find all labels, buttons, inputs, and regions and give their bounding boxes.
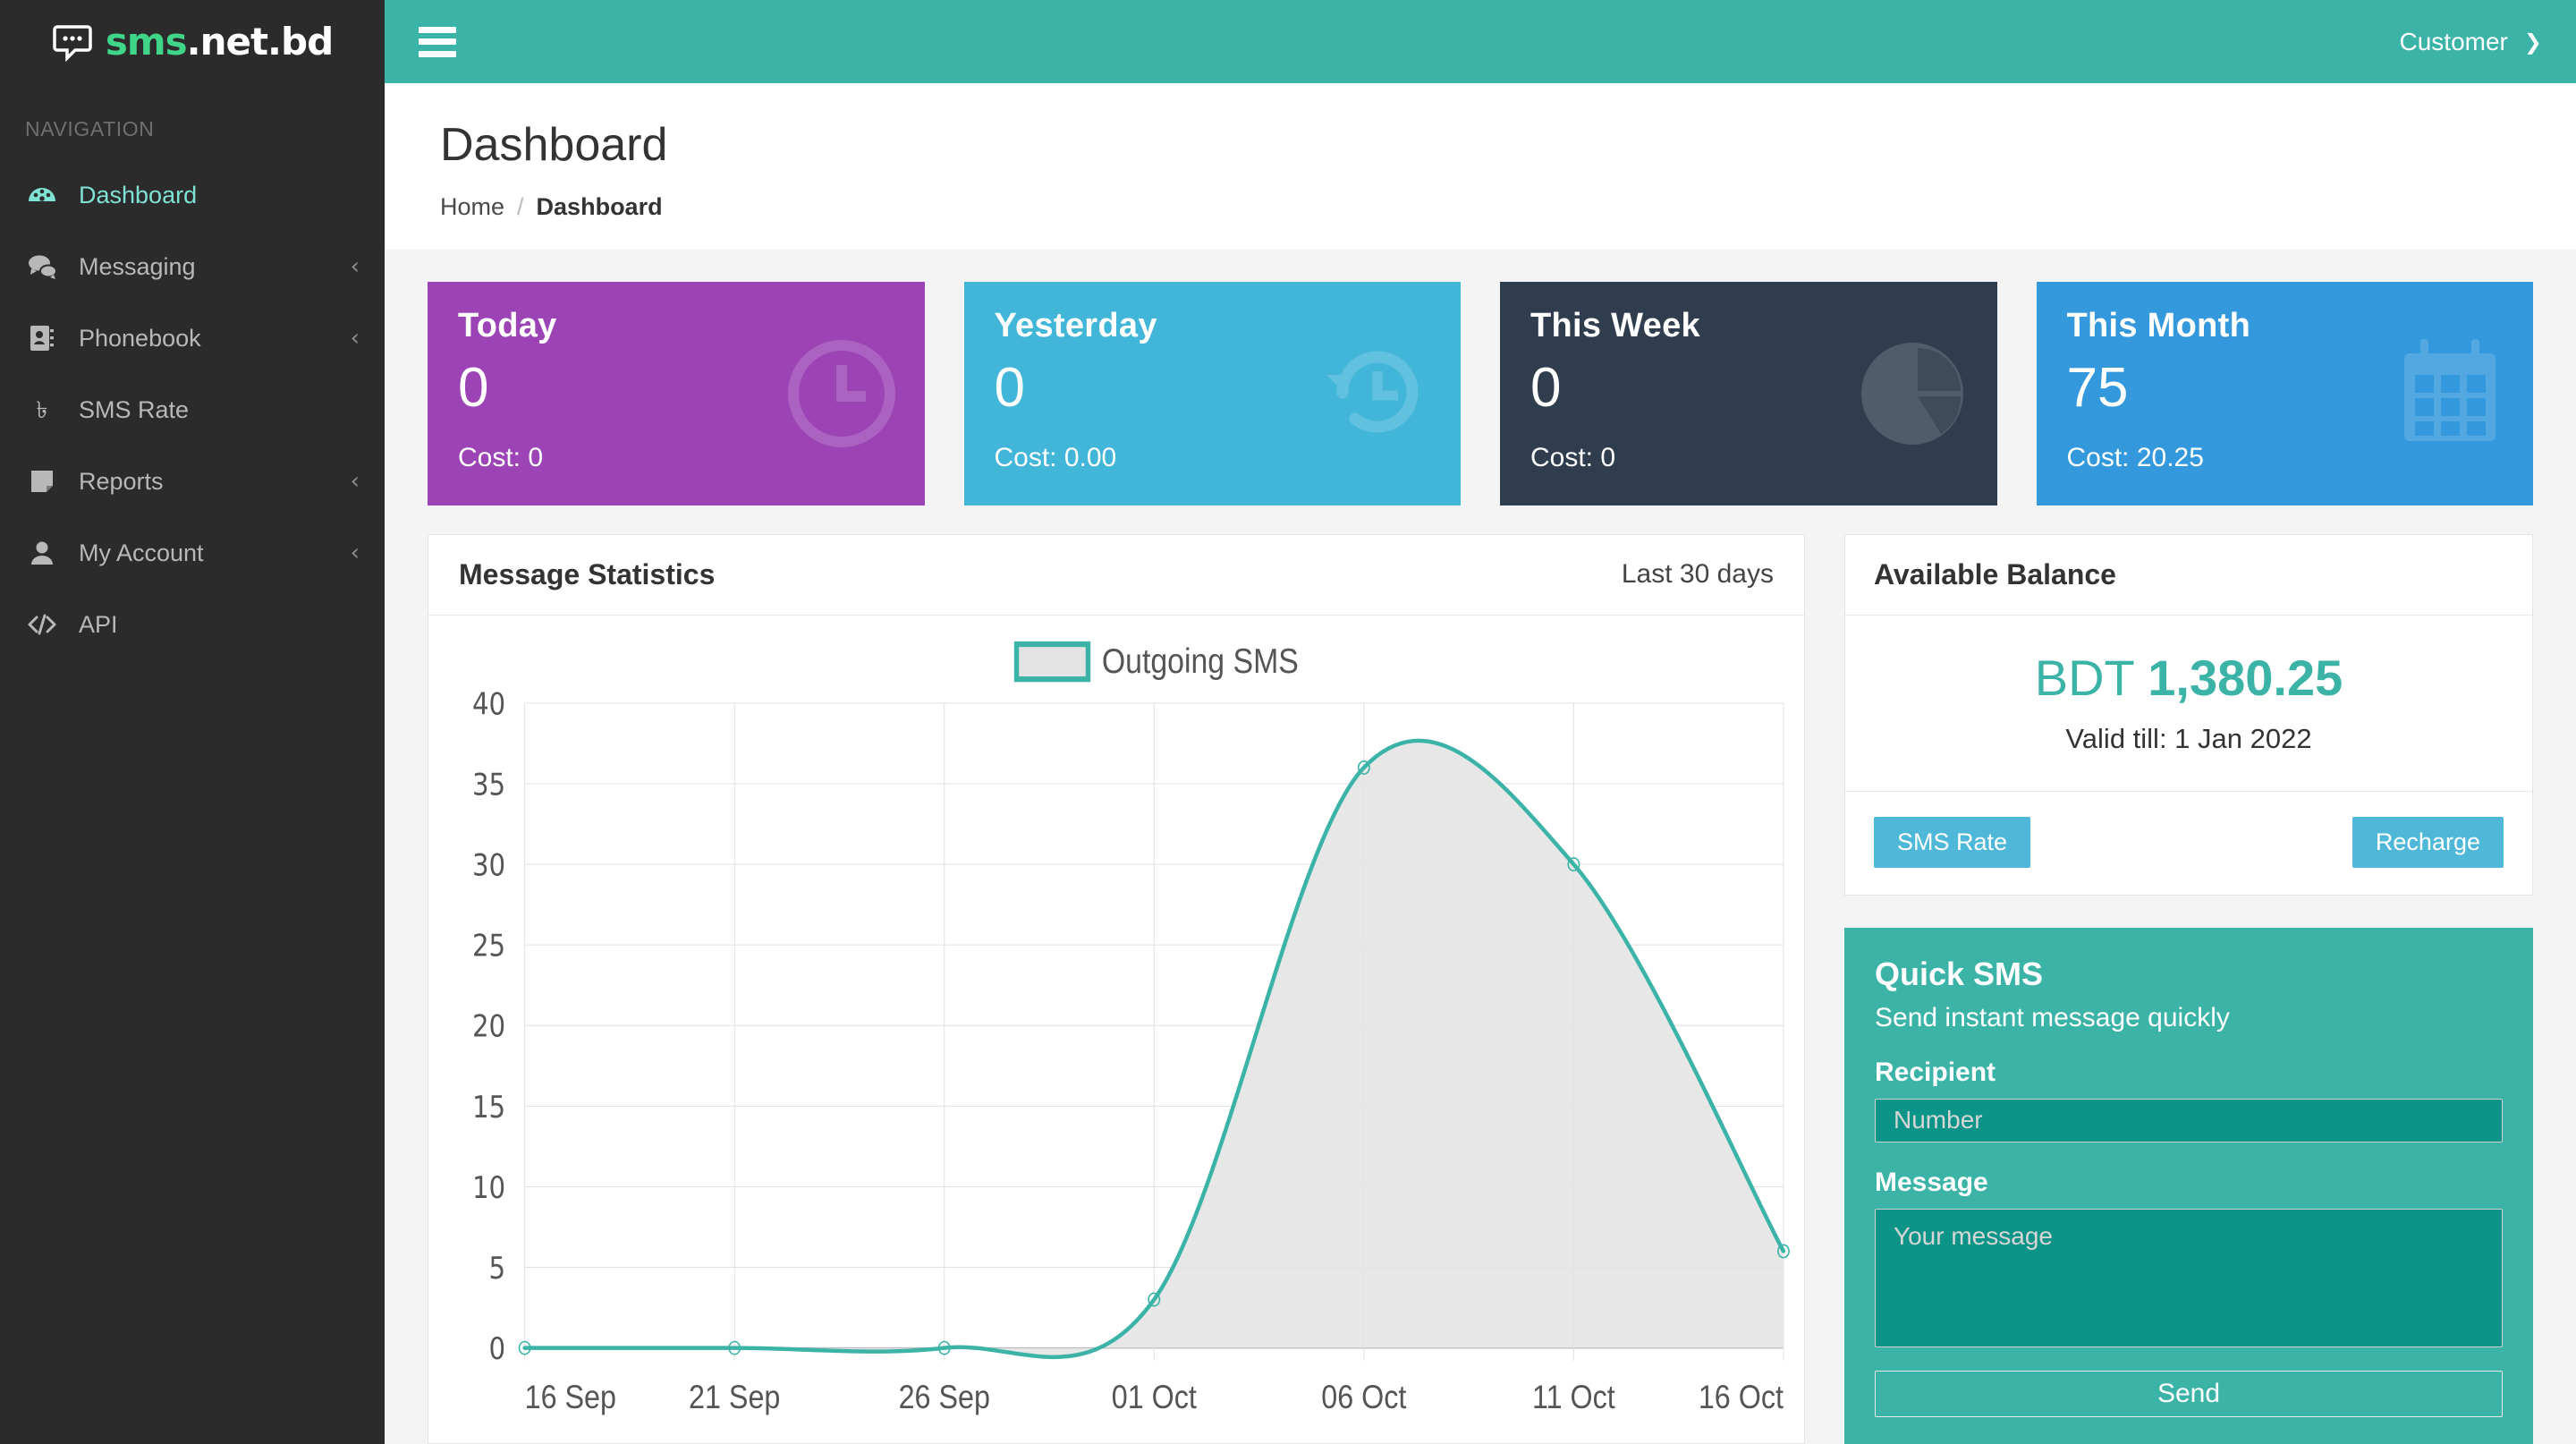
available-balance-body: BDT 1,380.25 Valid till: 1 Jan 2022 <box>1845 616 2532 792</box>
stat-card-yesterday[interactable]: Yesterday 0 Cost: 0.00 <box>964 282 1462 505</box>
code-icon <box>27 609 66 640</box>
quick-sms-title: Quick SMS <box>1875 958 2503 990</box>
page-header: Dashboard Home / Dashboard <box>385 83 2576 250</box>
stat-card-value: 0 <box>1530 361 1967 416</box>
stat-card-value: 0 <box>458 361 894 416</box>
file-icon <box>27 466 66 497</box>
chart-title: Message Statistics <box>459 558 715 591</box>
stat-card-title: This Month <box>2067 309 2504 343</box>
stat-card-cost: Cost: 0.00 <box>995 443 1431 473</box>
right-column: Available Balance BDT 1,380.25 Valid til… <box>1844 534 2533 1444</box>
breadcrumb: Home / Dashboard <box>440 193 2522 221</box>
lower-row: Message Statistics Last 30 days 05101520… <box>428 534 2533 1444</box>
stat-cards-row: Today 0 Cost: 0 Yesterday 0 Cost: 0.00 <box>428 282 2533 505</box>
user-menu-label: Customer <box>2400 28 2508 56</box>
taka-icon: ৳ <box>27 395 66 425</box>
hamburger-bar <box>419 38 456 45</box>
available-balance-card: Available Balance BDT 1,380.25 Valid til… <box>1844 534 2533 896</box>
sidebar-item-sms-rate[interactable]: ৳ SMS Rate <box>0 374 385 446</box>
chat-bubble-icon <box>52 21 93 63</box>
comments-icon <box>27 251 66 282</box>
chevron-left-icon: ‹ <box>351 327 360 350</box>
main-region: Customer ❯ Dashboard Home / Dashboard To… <box>385 0 2576 1444</box>
quick-sms-subtitle: Send instant message quickly <box>1875 1003 2503 1032</box>
brand-white-text: .net.bd <box>187 20 334 64</box>
balance-validity: Valid till: 1 Jan 2022 <box>1874 723 2504 755</box>
stat-card-title: Today <box>458 309 894 343</box>
sidebar-item-phonebook[interactable]: Phonebook ‹ <box>0 302 385 374</box>
recipient-input[interactable] <box>1875 1099 2503 1142</box>
dashboard-icon <box>27 180 66 210</box>
stat-card-cost: Cost: 20.25 <box>2067 443 2504 473</box>
sidebar-item-label: API <box>79 613 360 637</box>
user-menu-button[interactable]: Customer ❯ <box>2400 28 2542 56</box>
user-icon <box>27 538 66 568</box>
balance-actions: SMS Rate Recharge <box>1845 792 2532 895</box>
chart-header: Message Statistics Last 30 days <box>428 535 1804 616</box>
chart-canvas[interactable]: 0510152025303540 16 Sep21 Sep26 Sep01 Oc… <box>428 616 1804 1443</box>
chevron-left-icon: ‹ <box>351 255 360 278</box>
stat-card-this-week[interactable]: This Week 0 Cost: 0 <box>1500 282 1997 505</box>
nav-section-heading: NAVIGATION <box>0 83 385 159</box>
available-balance-heading: Available Balance <box>1845 535 2532 616</box>
breadcrumb-separator: / <box>517 193 524 221</box>
stat-card-today[interactable]: Today 0 Cost: 0 <box>428 282 925 505</box>
stat-card-value: 75 <box>2067 361 2504 416</box>
hamburger-bar <box>419 51 456 57</box>
brand-green-text: sms <box>106 20 187 64</box>
sidebar-item-reports[interactable]: Reports ‹ <box>0 446 385 517</box>
breadcrumb-current: Dashboard <box>537 193 663 221</box>
quick-sms-panel: Quick SMS Send instant message quickly R… <box>1844 928 2533 1444</box>
message-input[interactable] <box>1875 1209 2503 1347</box>
top-bar: Customer ❯ <box>385 0 2576 83</box>
sidebar-item-label: Messaging <box>79 255 351 279</box>
balance-value: 1,380.25 <box>2148 650 2343 706</box>
sidebar: sms.net.bd NAVIGATION Dashboard Messagin… <box>0 0 385 1444</box>
sidebar-item-label: My Account <box>79 541 351 565</box>
sidebar-item-api[interactable]: API <box>0 589 385 660</box>
sms-rate-button[interactable]: SMS Rate <box>1874 817 2030 868</box>
address-book-icon <box>27 323 66 353</box>
recharge-button[interactable]: Recharge <box>2352 817 2504 868</box>
message-statistics-panel: Message Statistics Last 30 days 05101520… <box>428 534 1805 1444</box>
message-label: Message <box>1875 1168 2503 1198</box>
chart-range-label: Last 30 days <box>1622 559 1774 590</box>
area-chart <box>428 616 1804 1443</box>
sidebar-item-my-account[interactable]: My Account ‹ <box>0 517 385 589</box>
brand-logo[interactable]: sms.net.bd <box>0 0 385 83</box>
stat-card-title: This Week <box>1530 309 1967 343</box>
balance-currency: BDT <box>2035 650 2134 706</box>
svg-text:৳: ৳ <box>37 397 48 424</box>
balance-amount: BDT 1,380.25 <box>1874 653 2504 703</box>
stat-card-cost: Cost: 0 <box>1530 443 1967 473</box>
chevron-left-icon: ‹ <box>351 541 360 565</box>
sidebar-item-messaging[interactable]: Messaging ‹ <box>0 231 385 302</box>
hamburger-icon[interactable] <box>419 27 456 57</box>
page-title: Dashboard <box>440 121 2522 170</box>
sidebar-item-label: Dashboard <box>79 183 360 208</box>
sidebar-item-dashboard[interactable]: Dashboard <box>0 159 385 231</box>
brand-wordmark: sms.net.bd <box>106 23 333 61</box>
stat-card-this-month[interactable]: This Month 75 Cost: 20.25 <box>2037 282 2534 505</box>
chevron-down-icon: ❯ <box>2524 31 2542 53</box>
stat-card-value: 0 <box>995 361 1431 416</box>
sidebar-item-label: SMS Rate <box>79 398 360 422</box>
sidebar-item-label: Phonebook <box>79 327 351 351</box>
breadcrumb-home-link[interactable]: Home <box>440 193 504 221</box>
hamburger-bar <box>419 27 456 33</box>
sidebar-item-label: Reports <box>79 470 351 494</box>
chevron-left-icon: ‹ <box>351 470 360 493</box>
content-area: Today 0 Cost: 0 Yesterday 0 Cost: 0.00 <box>385 250 2576 1444</box>
send-button[interactable]: Send <box>1875 1371 2503 1417</box>
stat-card-cost: Cost: 0 <box>458 443 894 473</box>
recipient-label: Recipient <box>1875 1058 2503 1088</box>
stat-card-title: Yesterday <box>995 309 1431 343</box>
